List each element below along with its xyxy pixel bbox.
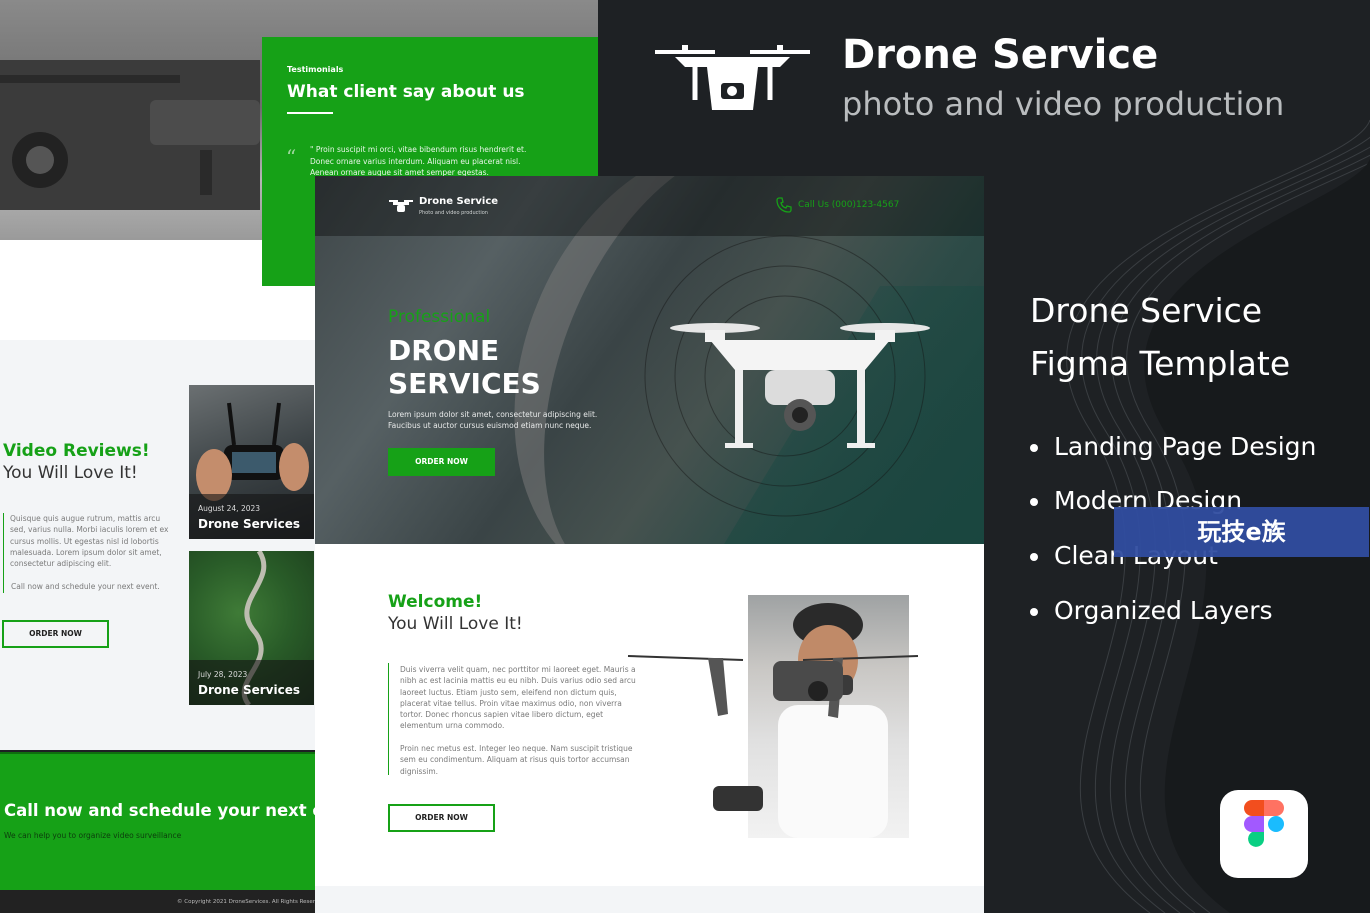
card-title: Drone Services [198,683,301,697]
footer-copyright: © Copyright 2021 DroneServices. All Righ… [177,899,326,905]
title-underline [287,112,333,114]
reviews-order-button[interactable]: ORDER NOW [2,620,109,648]
testimonials-kicker: Testimonials [287,65,344,74]
cta-band [0,752,315,890]
hero-body: Lorem ipsum dolor sit amet, consectetur … [388,410,598,431]
hero-call-link[interactable]: Call Us (000)123-4567 [798,200,899,210]
product-title-line: Drone Service [1030,291,1263,330]
section-divider [315,886,984,913]
reviews-call-text: Call now and schedule your next event. [11,582,160,591]
drone-logo-icon [655,45,810,110]
drone-logo-icon [389,200,413,212]
welcome-body: Duis viverra velit quam, nec porttitor m… [400,665,636,731]
reviews-title: Video Reviews! [3,441,150,461]
hero-brand[interactable]: Drone Service [419,196,498,207]
figma-app-icon [1220,790,1308,878]
phone-icon [776,197,792,213]
bullet-icon [1030,498,1038,506]
welcome-order-button[interactable]: ORDER NOW [388,804,495,832]
bullet-icon [1030,553,1038,561]
bullet-icon [1030,444,1038,452]
accent-line [388,663,389,775]
feature-item: Organized Layers [1030,596,1273,625]
hero-title: DRONE SERVICES [388,334,541,400]
card-date: August 24, 2023 [198,504,261,513]
reviews-subtitle: You Will Love It! [3,463,138,483]
cta-title: Call now and schedule your next event [4,801,315,820]
hero-brand-sub: Photo and video production [419,210,488,216]
product-title-line: Figma Template [1030,344,1291,383]
video-card[interactable]: July 28, 2023 Drone Services [189,551,314,705]
welcome-subtitle: You Will Love It! [388,614,523,634]
cta-subtitle: We can help you to organize video survei… [4,831,182,840]
hero-pretitle: Professional [388,307,491,327]
product-title: Drone Service Figma Template [1030,284,1290,390]
welcome-body-secondary: Proin nec metus est. Integer leo neque. … [400,744,633,776]
testimonials-title: What client say about us [287,82,525,102]
feature-item: Landing Page Design [1030,432,1316,461]
testimonial-text: " Proin suscipit mi orci, vitae bibendum… [310,145,527,177]
watermark-banner: 玩技e族 [1114,507,1369,557]
quote-icon: “ [286,145,297,169]
hero-order-button[interactable]: ORDER NOW [388,448,495,476]
hero-title-line: SERVICES [388,367,541,400]
brand-title: Drone Service [842,32,1159,78]
brand-subtitle: photo and video production [842,85,1285,123]
card-date: July 28, 2023 [198,670,248,679]
accent-line [3,513,4,593]
drone-in-hand-image [627,655,919,811]
hero-title-line: DRONE [388,334,500,367]
video-card[interactable]: August 24, 2023 Drone Services [189,385,314,539]
card-title: Drone Services [198,517,301,531]
white-drone-image [670,323,930,448]
welcome-title: Welcome! [388,592,483,612]
reviews-body: Quisque quis augue rutrum, mattis arcu s… [10,514,169,569]
bullet-icon [1030,608,1038,616]
